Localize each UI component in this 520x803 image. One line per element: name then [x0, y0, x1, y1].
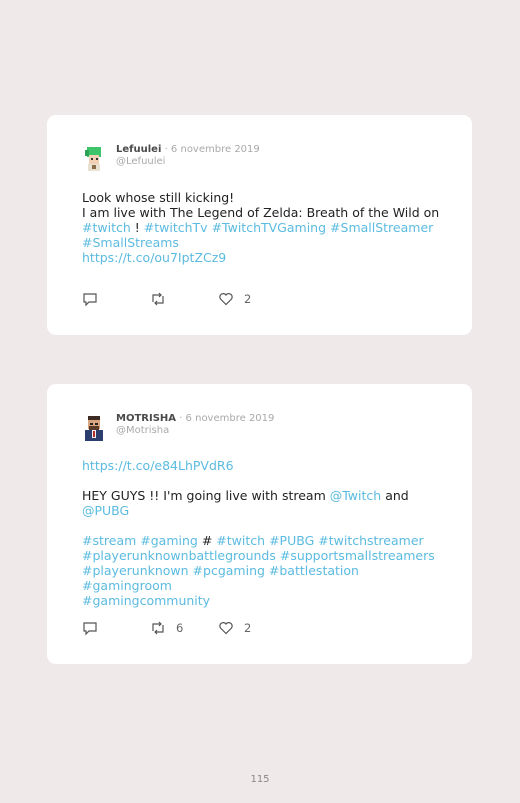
hashtag-link[interactable]: #twitch [216, 533, 265, 548]
tweet-card-lefuulei: Lefuulei · 6 novembre 2019 @Lefuulei Loo… [47, 115, 472, 335]
hashtag-line: #stream #gaming # #twitch #PUBG #twitchs… [82, 533, 442, 548]
like-button[interactable]: 2 [218, 620, 251, 636]
author-name[interactable]: Lefuulei [116, 144, 161, 155]
author-handle[interactable]: @Motrisha [116, 425, 274, 436]
hashtag-link[interactable]: #SmallStreamer [330, 220, 433, 235]
hashtag-line: #twitch ! #twitchTv #TwitchTVGaming #Sma… [82, 220, 442, 235]
tweet-card-motrisha: MOTRISHA · 6 novembre 2019 @Motrisha htt… [47, 384, 472, 664]
reply-icon [83, 622, 97, 636]
heart-icon [219, 622, 233, 635]
like-count: 2 [244, 621, 252, 635]
tweet-date: · 6 novembre 2019 [164, 144, 260, 155]
tweet-body: Look whose still kicking! I am live with… [82, 190, 442, 265]
hashtag-link[interactable]: #TwitchTVGaming [212, 220, 326, 235]
hashtag-link[interactable]: #stream [82, 533, 136, 548]
author-handle[interactable]: @Lefuulei [116, 156, 260, 167]
tweet-text-line: Look whose still kicking! [82, 190, 235, 205]
tweet-text: HEY GUYS !! I'm going live with stream [82, 488, 326, 503]
reply-button[interactable] [82, 291, 150, 307]
retweet-button[interactable] [150, 291, 218, 307]
mention-link[interactable]: @PUBG [82, 503, 442, 518]
tweet-body: https://t.co/e84LhPVdR6 HEY GUYS !! I'm … [82, 458, 442, 608]
tweet-actions: 2 [82, 291, 251, 307]
reply-icon [83, 293, 97, 307]
hashtag-line[interactable]: #playerunknown #pcgaming #battlestation … [82, 563, 442, 593]
retweet-icon [152, 621, 164, 635]
hashtag-link[interactable]: #SmallStreams [82, 235, 442, 250]
tweet-text: ! [134, 220, 140, 235]
page-number: 115 [250, 774, 270, 785]
tweet-text-line: I am live with The Legend of Zelda: Brea… [82, 205, 440, 220]
hashtag-link[interactable]: #twitchstreamer [318, 533, 423, 548]
heart-icon [219, 293, 233, 306]
reply-button[interactable] [82, 620, 150, 636]
tweet-header: MOTRISHA · 6 novembre 2019 @Motrisha [82, 412, 274, 442]
tweet-date: · 6 novembre 2019 [179, 413, 275, 424]
hashtag-link[interactable]: #twitch [82, 220, 131, 235]
like-button[interactable]: 2 [218, 291, 251, 307]
avatar[interactable] [82, 145, 106, 173]
tweet-url-link[interactable]: https://t.co/ou7IptZCz9 [82, 250, 442, 265]
hashtag-link[interactable]: #PUBG [269, 533, 314, 548]
tweet-text-line: HEY GUYS !! I'm going live with stream @… [82, 488, 442, 503]
tweet-header: Lefuulei · 6 novembre 2019 @Lefuulei [82, 143, 260, 173]
hashtag-line[interactable]: #playerunknownbattlegrounds #supportsmal… [82, 548, 442, 563]
author-name[interactable]: MOTRISHA [116, 413, 176, 424]
tweet-url-link[interactable]: https://t.co/e84LhPVdR6 [82, 458, 442, 473]
retweet-icon [152, 292, 164, 306]
avatar[interactable] [82, 414, 106, 442]
like-count: 2 [244, 292, 252, 306]
tweet-text: # [201, 533, 213, 548]
hashtag-link[interactable]: #twitchTv [144, 220, 208, 235]
retweet-count: 6 [176, 621, 184, 635]
retweet-button[interactable]: 6 [150, 620, 218, 636]
tweet-text: and [385, 488, 409, 503]
hashtag-line[interactable]: #gamingcommunity [82, 593, 442, 608]
hashtag-link[interactable]: #gaming [140, 533, 198, 548]
mention-link[interactable]: @Twitch [330, 488, 381, 503]
tweet-actions: 6 2 [82, 620, 251, 636]
